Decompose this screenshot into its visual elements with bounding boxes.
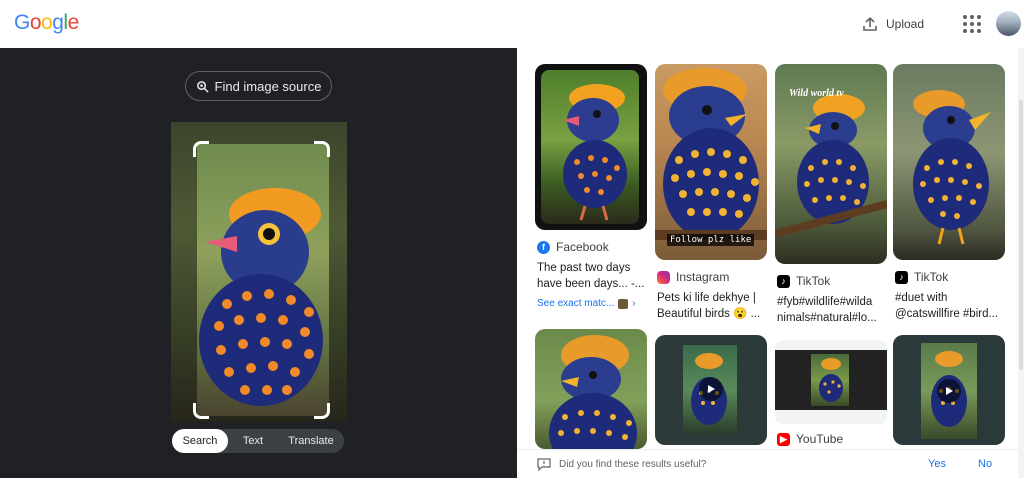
result-thumbnail[interactable]	[775, 340, 887, 424]
result-thumbnail[interactable]	[893, 64, 1005, 260]
tiktok-icon: ♪	[777, 274, 790, 288]
upload-button[interactable]: Upload	[862, 10, 924, 38]
result-thumbnail[interactable]	[535, 64, 647, 230]
play-icon[interactable]	[937, 379, 961, 403]
result-caption[interactable]: The past two days have been days... -...	[537, 260, 647, 292]
query-image	[171, 122, 347, 422]
result-caption[interactable]: #fyb#wildlife#wilda nimals#natural#lo...	[777, 294, 887, 326]
result-source[interactable]: ♪ TikTok	[895, 270, 948, 284]
find-image-source-button[interactable]: Find image source	[185, 71, 332, 101]
feedback-bar: Did you find these results useful? Yes N…	[517, 449, 1018, 478]
thumbnail-overlay-text: Follow plz like	[667, 234, 755, 246]
result-thumbnail[interactable]	[535, 329, 647, 449]
crop-handle-top-right[interactable]	[314, 141, 330, 157]
crop-handle-bottom-left[interactable]	[193, 403, 209, 419]
result-caption[interactable]: #duet with @catswillfire #bird...	[895, 290, 1005, 322]
exact-match-thumbnail	[618, 298, 629, 309]
feedback-no-button[interactable]: No	[978, 458, 992, 470]
logo-letter: g	[52, 11, 64, 34]
source-name: Facebook	[556, 240, 609, 254]
result-source[interactable]: ♪ TikTok	[777, 274, 830, 288]
logo-letter: o	[29, 11, 42, 34]
result-thumbnail[interactable]: Wild world tv	[775, 64, 887, 264]
youtube-icon: ▶	[777, 432, 790, 446]
source-name: TikTok	[914, 270, 949, 284]
lens-image-panel: Find image source Search Text Translate	[0, 48, 517, 478]
source-name: TikTok	[796, 274, 831, 288]
results-scrollbar[interactable]	[1018, 48, 1024, 478]
crop-handle-bottom-right[interactable]	[314, 403, 330, 419]
lens-search-icon	[196, 80, 209, 93]
tab-translate[interactable]: Translate	[278, 429, 344, 453]
result-source[interactable]: Instagram	[657, 270, 729, 284]
feedback-question: Did you find these results useful?	[559, 459, 707, 470]
find-image-source-label: Find image source	[214, 78, 322, 94]
facebook-icon: f	[537, 240, 550, 254]
avatar[interactable]	[996, 11, 1021, 36]
google-logo[interactable]: Google	[14, 11, 79, 35]
thumbnail-watermark: Wild world tv	[789, 88, 844, 99]
result-source[interactable]: ▶ YouTube	[777, 432, 843, 446]
source-name: YouTube	[796, 432, 844, 446]
lens-mode-tabs: Search Text Translate	[172, 429, 344, 453]
upload-label: Upload	[886, 17, 925, 31]
see-exact-matches-link[interactable]: See exact matc... ›	[537, 298, 636, 309]
logo-letter: G	[14, 11, 30, 34]
scrollbar-thumb[interactable]	[1019, 100, 1023, 370]
tiktok-icon: ♪	[895, 270, 908, 284]
visual-matches-panel: f Facebook The past two days have been d…	[517, 48, 1024, 478]
tab-search[interactable]: Search	[172, 429, 228, 453]
result-thumbnail[interactable]	[893, 335, 1005, 445]
result-thumbnail[interactable]	[655, 335, 767, 445]
result-source[interactable]: f Facebook	[537, 240, 609, 254]
feedback-yes-button[interactable]: Yes	[928, 458, 946, 470]
crop-selection-area[interactable]	[197, 144, 329, 416]
play-icon[interactable]	[699, 377, 723, 401]
see-exact-label: See exact matc...	[537, 298, 615, 309]
feedback-icon	[537, 458, 551, 471]
source-name: Instagram	[676, 270, 730, 284]
result-thumbnail[interactable]: Follow plz like	[655, 64, 767, 260]
tab-text[interactable]: Text	[228, 429, 278, 453]
instagram-icon	[657, 270, 670, 284]
apps-grid-icon[interactable]	[962, 14, 982, 34]
top-bar: Google Upload	[0, 0, 1024, 48]
upload-icon	[863, 17, 877, 31]
bird-illustration	[199, 188, 323, 406]
chevron-right-icon: ›	[632, 298, 636, 309]
logo-letter: o	[41, 11, 53, 34]
crop-handle-top-left[interactable]	[193, 141, 209, 157]
logo-letter: e	[67, 11, 80, 34]
result-caption[interactable]: Pets ki life dekhye | Beautiful birds 😮 …	[657, 290, 767, 322]
